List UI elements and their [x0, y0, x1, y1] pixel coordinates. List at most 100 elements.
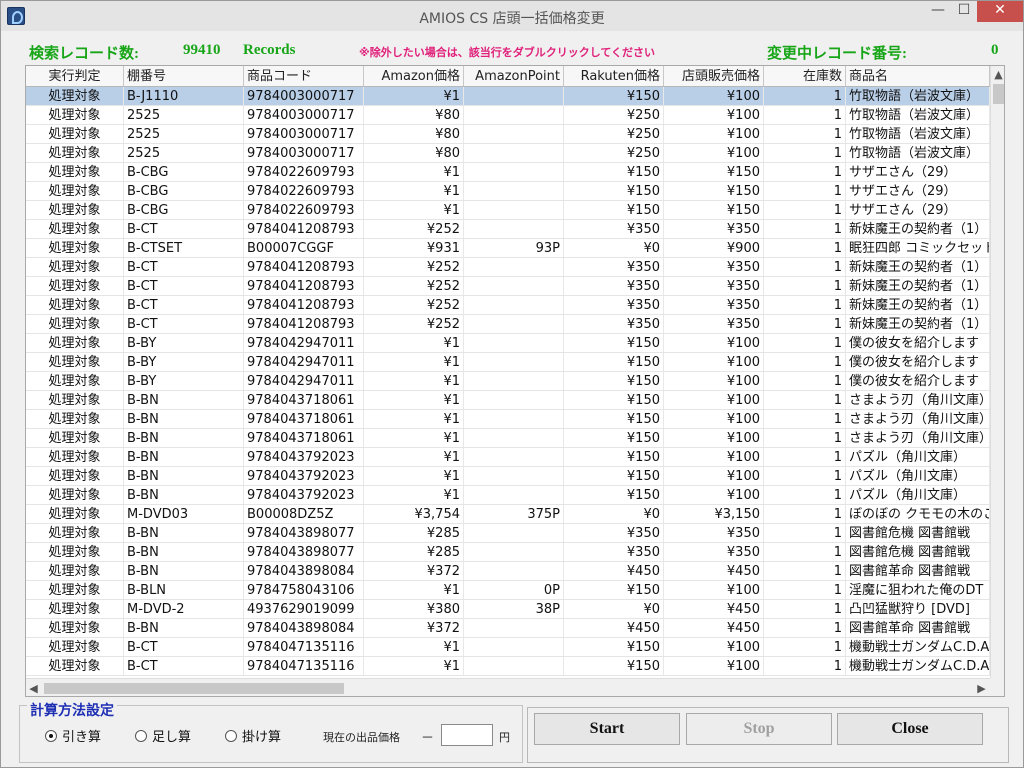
table-cell: ¥350 — [664, 315, 764, 333]
table-row[interactable]: 処理対象 B-BN 9784043898084 ¥372 ¥450 ¥450 1 図書館革命 … — [26, 619, 990, 638]
table-row[interactable]: 処理対象 B-J1110 9784003000717 ¥1 ¥150 ¥100 1 竹取物語（… — [26, 87, 990, 106]
horizontal-scroll-thumb[interactable] — [44, 683, 344, 694]
table-row[interactable]: 処理対象 B-CBG 9784022609793 ¥1 ¥150 ¥150 1 サザエさん（2… — [26, 163, 990, 182]
table-row[interactable]: 処理対象 B-BN 9784043898084 ¥372 ¥450 ¥450 1 図書館革命 … — [26, 562, 990, 581]
table-row[interactable]: 処理対象 B-BY 9784042947011 ¥1 ¥150 ¥100 1 僕の彼女を紹介し… — [26, 353, 990, 372]
window-close-button[interactable]: ✕ — [977, 1, 1023, 22]
column-header[interactable]: 商品コード — [244, 66, 364, 86]
horizontal-scrollbar[interactable]: ◀ ▶ — [26, 678, 990, 696]
table-cell: ¥1 — [364, 353, 464, 371]
table-cell: B-CBG — [124, 182, 244, 200]
maximize-button[interactable]: ☐ — [951, 1, 977, 22]
table-row[interactable]: 処理対象 2525 9784003000717 ¥80 ¥250 ¥100 1 竹取物語（岩波… — [26, 106, 990, 125]
table-cell: 僕の彼女を紹介します — [846, 353, 990, 371]
table-cell: 9784043898077 — [244, 543, 364, 561]
table-row[interactable]: 処理対象 B-CBG 9784022609793 ¥1 ¥150 ¥150 1 サザエさん（2… — [26, 201, 990, 220]
table-cell: サザエさん（29） — [846, 201, 990, 219]
table-cell: 1 — [764, 505, 846, 523]
table-cell: 9784043898084 — [244, 562, 364, 580]
radio-selected-icon[interactable] — [45, 729, 57, 742]
table-cell: 1 — [764, 581, 846, 599]
table-cell: 1 — [764, 239, 846, 257]
table-cell: 淫魔に狙われた俺のDT — [846, 581, 990, 599]
radio-multiply[interactable]: 掛け算 — [225, 726, 281, 745]
start-button[interactable]: Start — [534, 713, 680, 745]
minimize-button[interactable]: — — [925, 1, 951, 22]
column-header[interactable]: AmazonPoint — [464, 66, 564, 86]
column-header[interactable]: 実行判定 — [26, 66, 124, 86]
search-count-value: 99410 — [183, 42, 221, 58]
table-cell: 93P — [464, 239, 564, 257]
table-cell: ¥252 — [364, 315, 464, 333]
column-header[interactable]: Amazon価格 — [364, 66, 464, 86]
table-row[interactable]: 処理対象 B-BN 9784043792023 ¥1 ¥150 ¥100 1 パズル（角川文庫… — [26, 467, 990, 486]
table-cell — [464, 410, 564, 428]
vertical-scrollbar[interactable]: ▲ — [990, 66, 1004, 678]
table-row[interactable]: 処理対象 B-CT 9784041208793 ¥252 ¥350 ¥350 1 新妹魔王の契… — [26, 296, 990, 315]
table-cell — [464, 543, 564, 561]
table-row[interactable]: 処理対象 B-BN 9784043898077 ¥285 ¥350 ¥350 1 図書館危機 … — [26, 543, 990, 562]
table-cell: ¥285 — [364, 543, 464, 561]
table-row[interactable]: 処理対象 B-BN 9784043718061 ¥1 ¥150 ¥100 1 さまよう刃（角川… — [26, 410, 990, 429]
table-cell: ¥100 — [664, 106, 764, 124]
column-header[interactable]: 棚番号 — [124, 66, 244, 86]
table-row[interactable]: 処理対象 2525 9784003000717 ¥80 ¥250 ¥100 1 竹取物語（岩波… — [26, 144, 990, 163]
column-header[interactable]: 商品名 — [846, 66, 990, 86]
table-row[interactable]: 処理対象 B-BN 9784043718061 ¥1 ¥150 ¥100 1 さまよう刃（角川… — [26, 391, 990, 410]
table-row[interactable]: 処理対象 B-CT 9784047135116 ¥1 ¥150 ¥100 1 機動戦士ガンダム… — [26, 638, 990, 657]
table-row[interactable]: 処理対象 B-BN 9784043792023 ¥1 ¥150 ¥100 1 パズル（角川文庫… — [26, 448, 990, 467]
table-cell: 処理対象 — [26, 144, 124, 162]
table-cell — [464, 353, 564, 371]
vertical-scroll-thumb[interactable] — [993, 84, 1004, 104]
table-row[interactable]: 処理対象 B-CT 9784041208793 ¥252 ¥350 ¥350 1 新妹魔王の契… — [26, 277, 990, 296]
table-cell: ¥150 — [564, 429, 664, 447]
table-cell: B-CT — [124, 296, 244, 314]
adjust-amount-input[interactable] — [441, 724, 493, 746]
radio-subtract[interactable]: 引き算 — [45, 726, 101, 745]
table-row[interactable]: 処理対象 B-CBG 9784022609793 ¥1 ¥150 ¥150 1 サザエさん（2… — [26, 182, 990, 201]
table-body: 処理対象 B-J1110 9784003000717 ¥1 ¥150 ¥100 1 竹取物語（… — [26, 87, 990, 676]
table-row[interactable]: 処理対象 B-CT 9784047135116 ¥1 ¥150 ¥100 1 機動戦士ガンダム… — [26, 657, 990, 676]
table-row[interactable]: 処理対象 M-DVD-2 4937629019099 ¥380 38P ¥0 ¥450 1 凸凹… — [26, 600, 990, 619]
table-cell: 1 — [764, 277, 846, 295]
table-row[interactable]: 処理対象 B-CT 9784041208793 ¥252 ¥350 ¥350 1 新妹魔王の契… — [26, 258, 990, 277]
table-cell: さまよう刃（角川文庫） — [846, 391, 990, 409]
table-cell: 375P — [464, 505, 564, 523]
table-cell: 9784043718061 — [244, 410, 364, 428]
scroll-right-icon[interactable]: ▶ — [974, 681, 989, 696]
radio-icon[interactable] — [135, 729, 147, 742]
table-cell: ¥450 — [564, 562, 664, 580]
table-row[interactable]: 処理対象 B-BLN 9784758043106 ¥1 0P ¥150 ¥100 1 淫魔に狙わ… — [26, 581, 990, 600]
table-cell: ¥150 — [564, 334, 664, 352]
radio-add[interactable]: 足し算 — [135, 726, 191, 745]
column-header[interactable]: 店頭販売価格 — [664, 66, 764, 86]
radio-icon[interactable] — [225, 729, 237, 742]
table-cell: B-CT — [124, 277, 244, 295]
scroll-up-icon[interactable]: ▲ — [991, 67, 1004, 82]
scroll-left-icon[interactable]: ◀ — [26, 681, 41, 696]
table-row[interactable]: 処理対象 B-CT 9784041208793 ¥252 ¥350 ¥350 1 新妹魔王の契… — [26, 220, 990, 239]
table-row[interactable]: 処理対象 B-BY 9784042947011 ¥1 ¥150 ¥100 1 僕の彼女を紹介し… — [26, 334, 990, 353]
table-row[interactable]: 処理対象 2525 9784003000717 ¥80 ¥250 ¥100 1 竹取物語（岩波… — [26, 125, 990, 144]
table-cell: ¥1 — [364, 467, 464, 485]
table-row[interactable]: 処理対象 B-BN 9784043792023 ¥1 ¥150 ¥100 1 パズル（角川文庫… — [26, 486, 990, 505]
table-row[interactable]: 処理対象 M-DVD03 B00008DZ5Z ¥3,754 375P ¥0 ¥3,150 1… — [26, 505, 990, 524]
table-cell: さまよう刃（角川文庫） — [846, 429, 990, 447]
stop-button[interactable]: Stop — [686, 713, 832, 745]
table-cell: 9784043898077 — [244, 524, 364, 542]
table-row[interactable]: 処理対象 B-BY 9784042947011 ¥1 ¥150 ¥100 1 僕の彼女を紹介し… — [26, 372, 990, 391]
table-cell: 処理対象 — [26, 296, 124, 314]
table-cell: ¥372 — [364, 619, 464, 637]
table-cell: 機動戦士ガンダムC.D.A — [846, 638, 990, 656]
records-grid[interactable]: 実行判定 棚番号 商品コード Amazon価格 AmazonPoint Rakuten価格… — [25, 65, 1005, 697]
table-row[interactable]: 処理対象 B-BN 9784043898077 ¥285 ¥350 ¥350 1 図書館危機 … — [26, 524, 990, 543]
column-header[interactable]: Rakuten価格 — [564, 66, 664, 86]
table-row[interactable]: 処理対象 B-CT 9784041208793 ¥252 ¥350 ¥350 1 新妹魔王の契… — [26, 315, 990, 334]
table-row[interactable]: 処理対象 B-BN 9784043718061 ¥1 ¥150 ¥100 1 さまよう刃（角川… — [26, 429, 990, 448]
close-button[interactable]: Close — [837, 713, 983, 745]
column-header[interactable]: 在庫数 — [764, 66, 846, 86]
table-cell — [464, 296, 564, 314]
table-row[interactable]: 処理対象 B-CTSET B00007CGGF ¥931 93P ¥0 ¥900 1 眠狂四郎 … — [26, 239, 990, 258]
table-cell: 9784042947011 — [244, 372, 364, 390]
table-cell: 処理対象 — [26, 562, 124, 580]
